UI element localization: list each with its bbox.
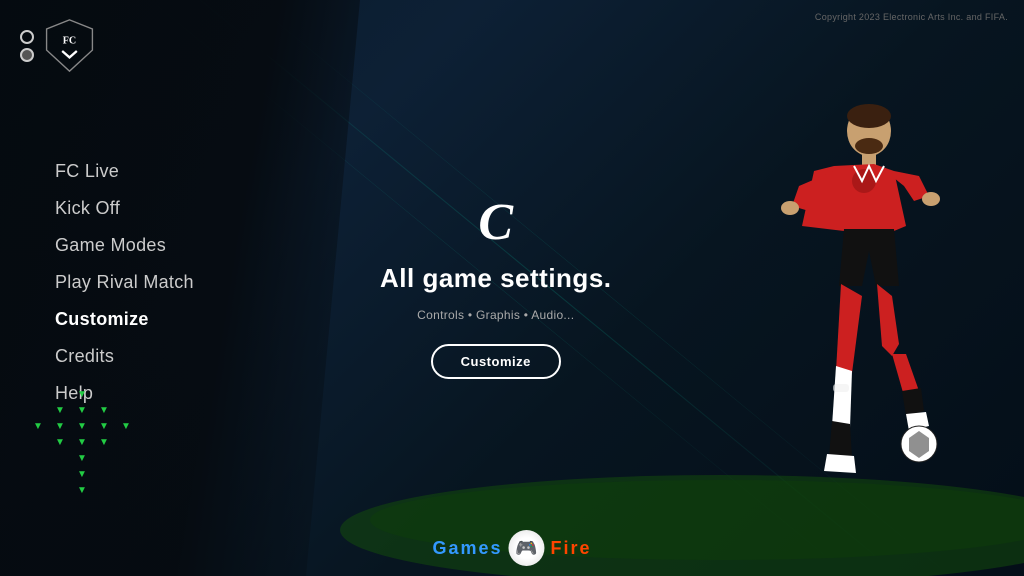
content-subtitle: Controls • Graphis • Audio... xyxy=(417,308,574,322)
fc-logo-badge: FC xyxy=(42,18,97,73)
chevron: ▼ xyxy=(52,438,68,448)
chevron: ▼ xyxy=(30,422,46,432)
watermark-fire-text: Fire xyxy=(551,538,592,559)
content-title: All game settings. xyxy=(380,263,612,294)
customize-button[interactable]: Customize xyxy=(431,344,561,379)
logo-circle-top xyxy=(20,30,34,44)
player-figure xyxy=(714,86,974,506)
app-container: FC FC Live Kick Off Game Modes Play Riva… xyxy=(0,0,1024,576)
nav-item-customize[interactable]: Customize xyxy=(55,303,194,336)
chevron: ▼ xyxy=(52,422,68,432)
copyright-text: Copyright 2023 Electronic Arts Inc. and … xyxy=(815,12,1008,22)
chevron: ▼ xyxy=(118,422,134,432)
player-svg xyxy=(714,86,974,526)
chevron: ▼ xyxy=(96,422,112,432)
nav-item-kick-off[interactable]: Kick Off xyxy=(55,192,194,225)
nav-item-credits[interactable]: Credits xyxy=(55,340,194,373)
gamepad-icon: 🎮 xyxy=(515,538,537,559)
chevron: ▼ xyxy=(74,390,90,400)
customize-logo-icon: C xyxy=(478,197,513,249)
chevron: ▼ xyxy=(52,406,68,416)
watermark-games-text: Games xyxy=(432,538,502,559)
watermark-icon: 🎮 xyxy=(509,530,545,566)
logo-circles xyxy=(20,30,34,62)
fc-logo-svg: FC xyxy=(42,18,97,73)
main-content: C All game settings. Controls • Graphis … xyxy=(380,197,612,379)
chevron: ▼ xyxy=(96,438,112,448)
logo-area: FC xyxy=(20,18,97,73)
chevron: ▼ xyxy=(96,406,112,416)
watermark: Games 🎮 Fire xyxy=(432,530,591,566)
chevron: ▼ xyxy=(74,422,90,432)
chevron: ▼ xyxy=(74,438,90,448)
svg-text:FC: FC xyxy=(63,36,76,47)
chevron: ▼ xyxy=(74,454,90,464)
nav-menu: FC Live Kick Off Game Modes Play Rival M… xyxy=(55,155,194,410)
logo-circle-bottom xyxy=(20,48,34,62)
nav-item-fc-live[interactable]: FC Live xyxy=(55,155,194,188)
chevron: ▼ xyxy=(74,470,90,480)
chevron: ▼ xyxy=(74,486,90,496)
chevron: ▼ xyxy=(74,406,90,416)
nav-item-play-rival-match[interactable]: Play Rival Match xyxy=(55,266,194,299)
nav-item-game-modes[interactable]: Game Modes xyxy=(55,229,194,262)
chevrons-decoration: ▼ ▼ ▼ ▼ ▼ ▼ ▼ ▼ ▼ ▼ ▼ ▼ ▼ ▼ ▼ ▼ ▼ ▼ ▼ ▼ … xyxy=(30,390,134,496)
